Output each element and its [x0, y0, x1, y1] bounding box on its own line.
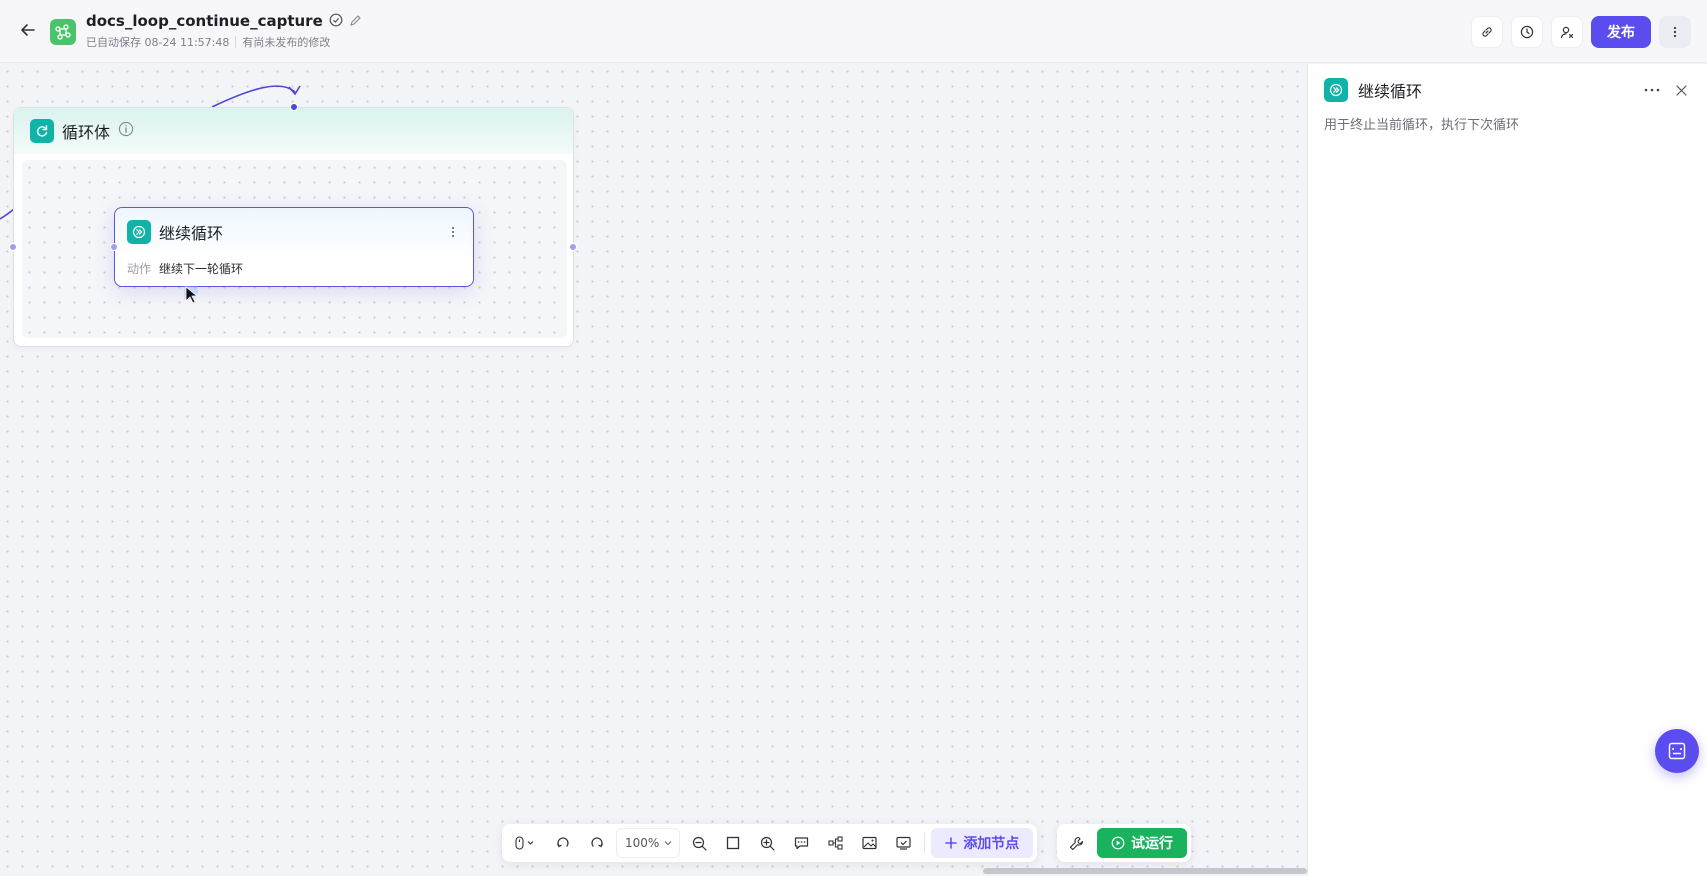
- loop-refresh-icon: [30, 119, 54, 143]
- debug-tools-button[interactable]: [1061, 828, 1091, 858]
- toolbar-divider: [924, 833, 926, 853]
- node-header[interactable]: 继续循环: [115, 208, 473, 256]
- user-icon: [1560, 26, 1574, 39]
- back-arrow-icon[interactable]: [17, 19, 39, 41]
- node-field-label: 动作: [127, 261, 152, 276]
- loop-body-header[interactable]: 循环体: [14, 108, 573, 154]
- node-title: 继续循环: [159, 224, 224, 243]
- more-menu-button[interactable]: [1659, 16, 1691, 48]
- collaborator-button[interactable]: [1551, 16, 1583, 48]
- edge-left: [0, 208, 15, 220]
- add-node-label: 添加节点: [963, 836, 1020, 852]
- kebab-icon: [1673, 26, 1677, 38]
- unpublished-status: 有尚未发布的修改: [242, 36, 331, 49]
- interaction-mode-button[interactable]: [506, 828, 544, 858]
- loop-left-port[interactable]: [9, 243, 17, 251]
- zoom-value: 100%: [625, 836, 660, 850]
- panel-header: 继续循环: [1324, 78, 1422, 102]
- continue-icon: [127, 220, 151, 244]
- layout-tree-icon: [828, 836, 843, 850]
- clock-icon: [1520, 25, 1534, 39]
- close-icon[interactable]: [1671, 80, 1691, 100]
- image-icon: [862, 836, 877, 850]
- test-run-label: 试运行: [1131, 836, 1173, 852]
- app-title: docs_loop_continue_capture: [86, 12, 323, 30]
- node-detail-panel: 继续循环 用于终止当前循环，执行下次循环: [1307, 64, 1707, 876]
- square-frame-icon: [727, 836, 740, 850]
- zoom-out-button[interactable]: [684, 828, 714, 858]
- zoom-in-icon: [760, 836, 775, 851]
- meta-divider: [235, 36, 237, 48]
- redo-button[interactable]: [582, 828, 612, 858]
- node-input-port[interactable]: [110, 243, 118, 251]
- minimap-button[interactable]: [854, 828, 884, 858]
- header-actions: 发布: [1471, 16, 1691, 48]
- app-logo-icon: [50, 19, 76, 45]
- fit-view-button[interactable]: [718, 828, 748, 858]
- redo-icon: [591, 837, 604, 848]
- panel-more-icon[interactable]: [1641, 80, 1663, 100]
- chevron-down-icon: [664, 841, 672, 846]
- publish-button[interactable]: 发布: [1591, 16, 1651, 48]
- assistant-icon: [1668, 742, 1686, 760]
- title-block: docs_loop_continue_capture 已自动保存 08-24 1…: [86, 10, 362, 50]
- undo-icon: [556, 837, 569, 848]
- top-header: docs_loop_continue_capture 已自动保存 08-24 1…: [0, 0, 1707, 63]
- verified-check-icon: [329, 12, 343, 31]
- play-circle-icon: [1111, 836, 1125, 850]
- autosave-status: 已自动保存 08-24 11:57:48: [86, 36, 230, 49]
- canvas-toolbar: 100% 添加节点: [502, 824, 1038, 862]
- node-field: 动作 继续下一轮循环: [115, 256, 473, 280]
- loop-input-port[interactable]: [290, 103, 298, 111]
- edit-pencil-icon[interactable]: [349, 12, 362, 31]
- panel-description: 用于终止当前循环，执行下次循环: [1324, 118, 1520, 133]
- add-node-button[interactable]: 添加节点: [931, 828, 1034, 858]
- run-toolbar: 试运行: [1057, 824, 1191, 862]
- panel-title[interactable]: 继续循环: [1358, 78, 1422, 102]
- assistant-fab-button[interactable]: [1655, 729, 1699, 773]
- comment-icon: [794, 837, 808, 850]
- mouse-icon: [515, 836, 534, 850]
- mouse-cursor-icon: [184, 286, 199, 304]
- auto-layout-button[interactable]: [820, 828, 850, 858]
- link-icon: [1482, 27, 1492, 37]
- link-button[interactable]: [1471, 16, 1503, 48]
- horizontal-scrollbar[interactable]: [983, 868, 1307, 874]
- zoom-in-button[interactable]: [752, 828, 782, 858]
- node-field-value: 继续下一轮循环: [159, 261, 244, 276]
- zoom-out-icon: [692, 836, 707, 851]
- loop-body-title: 循环体: [62, 123, 111, 142]
- workflow-canvas[interactable]: 循环体 继续循环 动作 继续下一轮循环: [0, 64, 1307, 876]
- continue-loop-node[interactable]: 继续循环 动作 继续下一轮循环: [114, 207, 474, 287]
- edge-top: [211, 85, 296, 108]
- test-run-button[interactable]: 试运行: [1097, 828, 1187, 858]
- plus-icon: [945, 837, 958, 849]
- wrench-icon: [1069, 836, 1083, 850]
- history-button[interactable]: [1511, 16, 1543, 48]
- comment-button[interactable]: [786, 828, 816, 858]
- node-more-icon[interactable]: [445, 222, 461, 242]
- edge-arrow: [288, 85, 301, 96]
- loop-right-port[interactable]: [569, 243, 577, 251]
- panel-continue-icon: [1324, 78, 1348, 102]
- screenshot-button[interactable]: [888, 828, 918, 858]
- info-icon[interactable]: [118, 121, 134, 141]
- screen-check-icon: [896, 836, 911, 850]
- undo-button[interactable]: [548, 828, 578, 858]
- zoom-select[interactable]: 100%: [616, 828, 681, 858]
